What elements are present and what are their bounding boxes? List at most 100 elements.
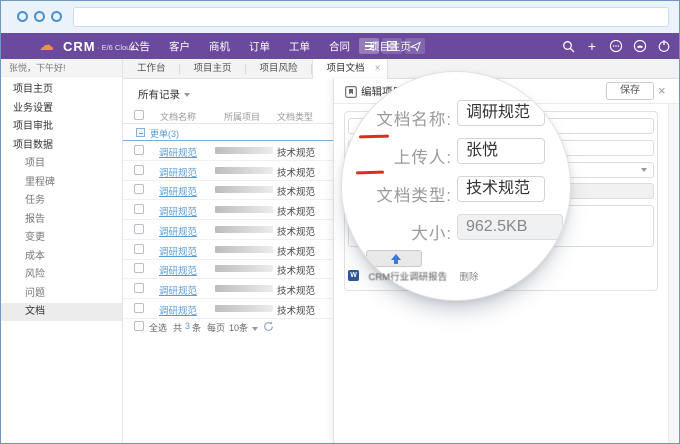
table-row: 调研规范 技术规范 [123,161,333,181]
sidebar-item-5[interactable]: 里程碑 [1,174,122,192]
url-input[interactable] [73,7,669,27]
table-header: 文档名称 所属项目 文档类型 [123,107,333,124]
doc-type-text: 技术规范 [277,263,315,277]
magnified-field-row: 大小: 962.5KB [342,214,570,242]
tab-label: 工作台 [137,63,166,74]
doc-name-link[interactable]: 调研规范 [159,145,197,159]
project-redacted-bar [215,226,273,233]
attachment-delete-link[interactable]: 删除 [460,272,479,283]
tab-label: 项目文档 [327,63,365,74]
doc-name-link[interactable]: 调研规范 [159,184,197,198]
row-checkbox[interactable] [134,145,144,155]
doc-type-text: 技术规范 [277,224,315,238]
project-redacted-bar [215,167,273,174]
sidebar-item-11[interactable]: 问题 [1,285,122,303]
list-icon [365,42,374,50]
power-button[interactable] [657,39,671,53]
row-checkbox[interactable] [134,283,144,293]
doc-name-link[interactable]: 调研规范 [159,263,197,277]
sidebar-item-4[interactable]: 项目 [1,155,122,173]
doc-name-link[interactable]: 调研规范 [159,165,197,179]
column-header: 所属项目 [224,110,260,123]
group-label[interactable]: 更单(3) [150,127,179,140]
doc-name-link[interactable]: 调研规范 [159,283,197,297]
window-circle-icon [34,11,45,22]
tab-close-icon[interactable]: × [375,59,381,79]
browser-topbar [1,1,679,33]
row-checkbox[interactable] [134,263,144,273]
refresh-icon [263,321,274,332]
row-checkbox[interactable] [134,184,144,194]
sidebar-item-2[interactable]: 项目审批 [1,118,122,136]
document-list-area: 所有记录 文档名称 所属项目 文档类型 更单(3) 调研规范技术规范调研规范技术… [123,79,333,444]
doc-type-text: 技术规范 [277,303,315,317]
window-circle-icon [17,11,28,22]
project-redacted-bar [215,285,273,292]
save-button[interactable]: 保存 [606,82,654,100]
nav-item-4[interactable]: 工单 [289,39,310,54]
row-checkbox[interactable] [134,303,144,313]
size-input-magnified: 962.5KB [457,214,563,240]
sidebar-item-3[interactable]: 项目数据 [1,137,122,155]
doc-type-input-magnified[interactable]: 技术规范 [457,176,545,202]
doc-type-text: 技术规范 [277,184,315,198]
tab-1[interactable]: 项目主页 [180,59,246,79]
sidebar-item-10[interactable]: 风险 [1,266,122,284]
column-header: 文档类型 [277,110,313,123]
sidebar-item-12[interactable]: 文档 [1,303,122,321]
nav-item-0[interactable]: 公告 [129,39,150,54]
doc-name-link[interactable]: 调研规范 [159,204,197,218]
row-checkbox[interactable] [134,165,144,175]
row-checkbox[interactable] [134,204,144,214]
sidebar-item-6[interactable]: 任务 [1,192,122,210]
list-view-button[interactable] [359,38,379,54]
red-underline-annotation [356,171,384,175]
doc-type-text: 技术规范 [277,165,315,179]
records-filter-dropdown[interactable]: 所有记录 [138,87,190,102]
nav-item-5[interactable]: 合同 [329,39,350,54]
sidebar-item-0[interactable]: 项目主页 [1,81,122,99]
search-button[interactable] [561,39,575,53]
doc-name-input-magnified[interactable]: 调研规范 [457,100,545,126]
page-size-dropdown[interactable]: 10条 [229,321,258,334]
sidebar-item-9[interactable]: 成本 [1,248,122,266]
table-row: 调研规范 技术规范 [123,180,333,200]
select-all-label: 全选 [149,321,167,334]
nav-item-2[interactable]: 商机 [209,39,230,54]
refresh-button[interactable] [263,321,274,334]
panel-scrollbar[interactable] [668,79,680,444]
add-button[interactable]: + [585,39,599,53]
doc-name-link[interactable]: 调研规范 [159,224,197,238]
doc-name-link[interactable]: 调研规范 [159,303,197,317]
select-all-checkbox[interactable] [134,110,144,120]
grid-view-button[interactable] [382,38,402,54]
total-unit: 条 [192,321,201,334]
group-row: 更单(3) [123,124,333,141]
upload-button-magnified[interactable] [366,250,422,267]
tab-2[interactable]: 项目风险 [246,59,312,79]
sidebar-item-8[interactable]: 变更 [1,229,122,247]
doc-type-text: 技术规范 [277,244,315,258]
send-view-button[interactable] [405,38,425,54]
project-redacted-bar [215,246,273,253]
tab-0[interactable]: 工作台 [123,59,180,79]
row-checkbox[interactable] [134,244,144,254]
app-window: ☁ CRM · E/6 Cloud 公告客户商机订单工单合同项目主页 [0,0,680,444]
doc-name-link[interactable]: 调研规范 [159,244,197,258]
nav-item-3[interactable]: 订单 [249,39,270,54]
table-row: 调研规范 技术规范 [123,299,333,319]
uploader-input-magnified[interactable]: 张悦 [457,138,545,164]
nav-item-1[interactable]: 客户 [169,39,190,54]
app-header: ☁ CRM · E/6 Cloud 公告客户商机订单工单合同项目主页 [1,33,679,59]
select-all-footer-checkbox[interactable] [134,321,144,331]
project-redacted-bar [215,265,273,272]
collapse-group-icon[interactable] [136,128,145,137]
sidebar-item-7[interactable]: 报告 [1,211,122,229]
more-button[interactable] [609,39,623,53]
row-checkbox[interactable] [134,224,144,234]
tab-3[interactable]: 项目文档 × [312,59,388,79]
sidebar-item-1[interactable]: 业务设置 [1,100,122,118]
phone-button[interactable] [633,39,647,53]
attachment-name: CRM行业调研报告 [368,272,447,283]
panel-close-icon[interactable]: × [658,83,666,98]
